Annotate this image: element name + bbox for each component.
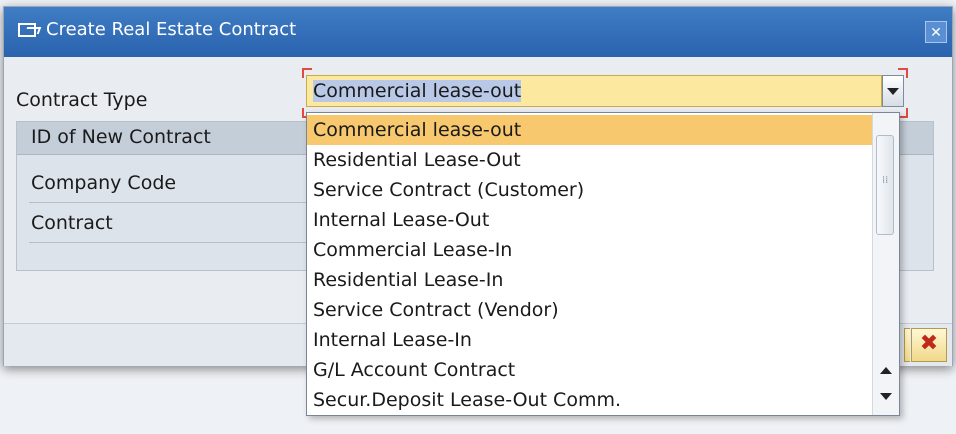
contract-type-dropdown-button[interactable] bbox=[882, 75, 904, 107]
close-button[interactable]: ✕ bbox=[925, 21, 947, 43]
dropdown-option[interactable]: Internal Lease-In bbox=[307, 325, 873, 355]
dropdown-option[interactable]: Internal Lease-Out bbox=[307, 205, 873, 235]
scroll-up-icon[interactable] bbox=[880, 367, 892, 374]
contract-type-label: Contract Type bbox=[16, 89, 148, 111]
contract-type-value: Commercial lease-out bbox=[313, 80, 522, 102]
dropdown-option[interactable]: Secur.Deposit Lease-Out Comm. bbox=[307, 385, 873, 415]
dropdown-option[interactable]: Service Contract (Vendor) bbox=[307, 295, 873, 325]
footer-button-edge bbox=[904, 328, 910, 362]
company-code-label: Company Code bbox=[31, 172, 177, 194]
contract-label: Contract bbox=[31, 212, 113, 234]
dropdown-option[interactable]: Service Contract (Customer) bbox=[307, 175, 873, 205]
scrollbar-thumb[interactable]: ⁞⁞ bbox=[876, 135, 894, 235]
divider bbox=[29, 242, 319, 243]
dropdown-scrollbar[interactable]: ⁞⁞ bbox=[872, 113, 899, 415]
dropdown-option[interactable]: G/L Account Contract bbox=[307, 355, 873, 385]
dropdown-option[interactable]: Residential Lease-Out bbox=[307, 145, 873, 175]
scroll-down-icon[interactable] bbox=[880, 393, 892, 400]
group-header-label: ID of New Contract bbox=[31, 126, 211, 148]
cancel-button[interactable]: ✖ bbox=[911, 328, 947, 362]
divider bbox=[29, 202, 319, 203]
dialog-window-icon bbox=[18, 23, 36, 37]
contract-type-dropdown-list: Commercial lease-out Residential Lease-O… bbox=[306, 112, 900, 416]
dialog-title: Create Real Estate Contract bbox=[46, 19, 297, 40]
grip-icon: ⁞⁞ bbox=[882, 175, 889, 186]
dropdown-option[interactable]: Commercial Lease-In bbox=[307, 235, 873, 265]
dropdown-option[interactable]: Residential Lease-In bbox=[307, 265, 873, 295]
dropdown-option[interactable]: Commercial lease-out bbox=[307, 115, 873, 145]
close-icon: ✕ bbox=[930, 25, 942, 41]
cancel-icon: ✖ bbox=[919, 331, 939, 356]
dialog-titlebar: Create Real Estate Contract ✕ bbox=[4, 7, 952, 57]
contract-type-select[interactable]: Commercial lease-out bbox=[306, 75, 882, 107]
